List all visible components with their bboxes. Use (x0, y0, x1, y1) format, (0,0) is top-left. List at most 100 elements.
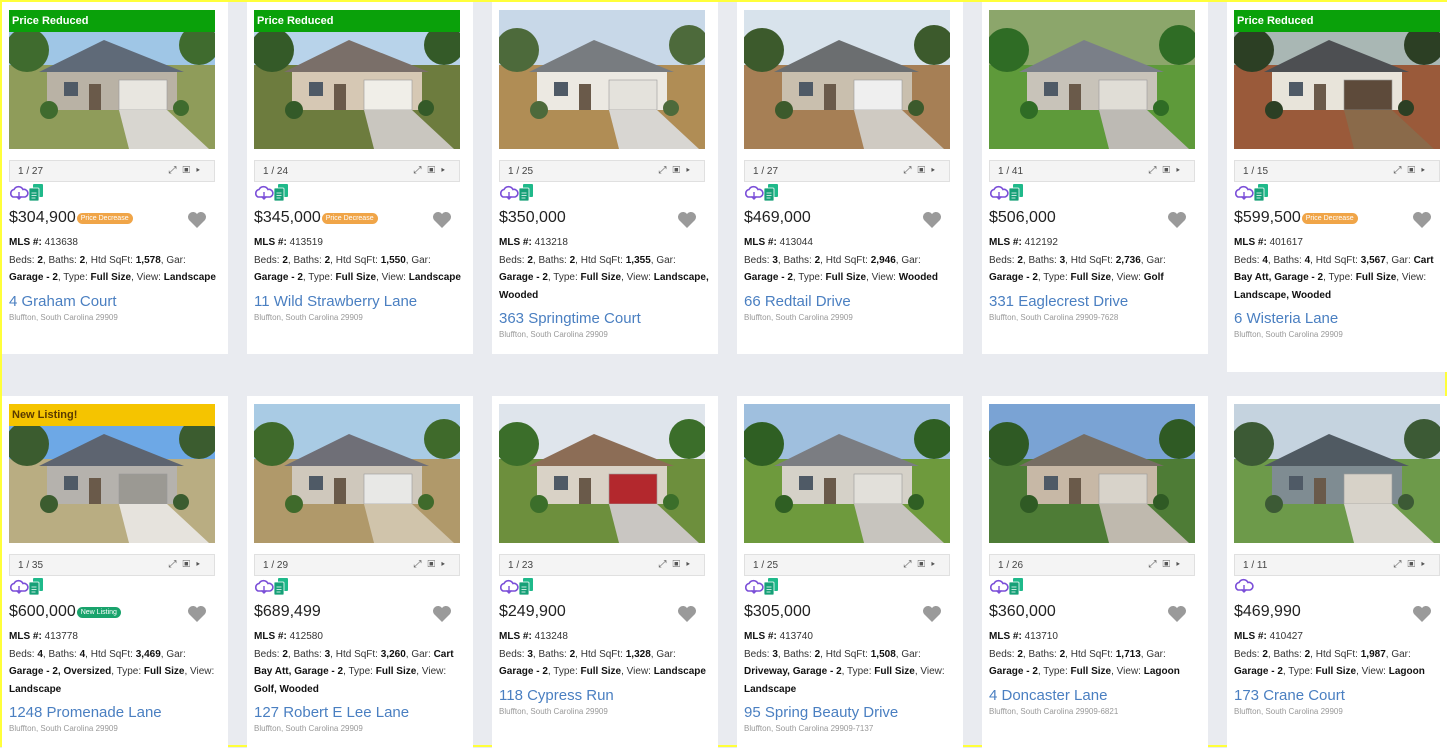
favorite-heart-icon[interactable] (677, 605, 697, 628)
gallery-icon[interactable]: ▣ (428, 559, 442, 570)
documents-icon[interactable] (1253, 184, 1268, 205)
cloud-tour-icon[interactable] (9, 579, 29, 599)
gallery-icon[interactable]: ▣ (1408, 165, 1422, 176)
listing-photo[interactable] (499, 404, 705, 543)
street-address-link[interactable]: 4 Doncaster Lane (989, 687, 1203, 705)
listing-photo[interactable]: New Listing! (9, 404, 215, 543)
listing-card[interactable]: Price Reduced 1 / 15 ⤢▣▸ $599,500 Price Decr… (1227, 2, 1447, 372)
fullscreen-icon[interactable]: ⤢ (659, 559, 673, 570)
documents-icon[interactable] (1008, 184, 1023, 205)
documents-icon[interactable] (28, 184, 43, 205)
play-icon[interactable]: ▸ (686, 559, 696, 570)
play-icon[interactable]: ▸ (931, 559, 941, 570)
cloud-tour-icon[interactable] (499, 579, 519, 599)
fullscreen-icon[interactable]: ⤢ (414, 165, 428, 176)
favorite-heart-icon[interactable] (1412, 211, 1432, 234)
cloud-tour-icon[interactable] (254, 579, 274, 599)
street-address-link[interactable]: 66 Redtail Drive (744, 293, 958, 311)
fullscreen-icon[interactable]: ⤢ (169, 165, 183, 176)
listing-card[interactable]: Price Reduced 1 / 24 ⤢▣▸ $345,000 Price Decr… (247, 2, 473, 354)
documents-icon[interactable] (273, 578, 288, 599)
cloud-tour-icon[interactable] (989, 579, 1009, 599)
listing-card[interactable]: 1 / 29 ⤢▣▸ $689,499 MLS #: 412580 Beds: 2, B… (247, 396, 473, 748)
listing-photo[interactable] (744, 10, 950, 149)
listing-photo[interactable]: Price Reduced (1234, 10, 1440, 149)
gallery-icon[interactable]: ▣ (183, 165, 197, 176)
listing-photo[interactable]: Price Reduced (254, 10, 460, 149)
street-address-link[interactable]: 95 Spring Beauty Drive (744, 704, 958, 722)
favorite-heart-icon[interactable] (432, 605, 452, 628)
fullscreen-icon[interactable]: ⤢ (904, 165, 918, 176)
gallery-icon[interactable]: ▣ (428, 165, 442, 176)
favorite-heart-icon[interactable] (1167, 211, 1187, 234)
cloud-tour-icon[interactable] (744, 185, 764, 205)
favorite-heart-icon[interactable] (922, 211, 942, 234)
listing-card[interactable]: 1 / 26 ⤢▣▸ $360,000 MLS #: 413710 Beds: 2, B… (982, 396, 1208, 748)
street-address-link[interactable]: 127 Robert E Lee Lane (254, 704, 468, 722)
fullscreen-icon[interactable]: ⤢ (659, 165, 673, 176)
play-icon[interactable]: ▸ (1421, 165, 1431, 176)
listing-photo[interactable] (989, 404, 1195, 543)
listing-card[interactable]: New Listing! 1 / 35 ⤢▣▸ $600,000 New Listing… (2, 396, 228, 748)
gallery-icon[interactable]: ▣ (1163, 165, 1177, 176)
cloud-tour-icon[interactable] (744, 579, 764, 599)
street-address-link[interactable]: 1248 Promenade Lane (9, 704, 223, 722)
listing-photo[interactable] (254, 404, 460, 543)
street-address-link[interactable]: 118 Cypress Run (499, 687, 713, 705)
play-icon[interactable]: ▸ (1421, 559, 1431, 570)
gallery-icon[interactable]: ▣ (918, 559, 932, 570)
documents-icon[interactable] (273, 184, 288, 205)
listing-photo[interactable]: Price Reduced (9, 10, 215, 149)
favorite-heart-icon[interactable] (432, 211, 452, 234)
gallery-icon[interactable]: ▣ (673, 559, 687, 570)
listing-photo[interactable] (499, 10, 705, 149)
documents-icon[interactable] (1008, 578, 1023, 599)
fullscreen-icon[interactable]: ⤢ (1149, 165, 1163, 176)
gallery-icon[interactable]: ▣ (673, 165, 687, 176)
favorite-heart-icon[interactable] (677, 211, 697, 234)
fullscreen-icon[interactable]: ⤢ (1394, 559, 1408, 570)
documents-icon[interactable] (518, 184, 533, 205)
play-icon[interactable]: ▸ (1176, 559, 1186, 570)
gallery-icon[interactable]: ▣ (1163, 559, 1177, 570)
listing-card[interactable]: 1 / 23 ⤢▣▸ $249,900 MLS #: 413248 Beds: 3, B… (492, 396, 718, 748)
listing-photo[interactable] (1234, 404, 1440, 543)
cloud-tour-icon[interactable] (1234, 578, 1254, 598)
favorite-heart-icon[interactable] (187, 211, 207, 234)
listing-card[interactable]: Price Reduced 1 / 27 ⤢▣▸ $304,900 Price Decr… (2, 2, 228, 354)
listing-photo[interactable] (989, 10, 1195, 149)
street-address-link[interactable]: 6 Wisteria Lane (1234, 310, 1447, 328)
play-icon[interactable]: ▸ (686, 165, 696, 176)
cloud-tour-icon[interactable] (499, 185, 519, 205)
play-icon[interactable]: ▸ (1176, 165, 1186, 176)
fullscreen-icon[interactable]: ⤢ (1149, 559, 1163, 570)
favorite-heart-icon[interactable] (1167, 605, 1187, 628)
cloud-tour-icon[interactable] (1234, 185, 1254, 205)
gallery-icon[interactable]: ▣ (183, 559, 197, 570)
favorite-heart-icon[interactable] (187, 605, 207, 628)
listing-photo[interactable] (744, 404, 950, 543)
street-address-link[interactable]: 11 Wild Strawberry Lane (254, 293, 468, 311)
listing-card[interactable]: 1 / 11 ⤢▣▸ $469,990 MLS #: 410427 Beds: 2, B… (1227, 396, 1447, 748)
cloud-tour-icon[interactable] (9, 185, 29, 205)
favorite-heart-icon[interactable] (1412, 605, 1432, 628)
fullscreen-icon[interactable]: ⤢ (1394, 165, 1408, 176)
documents-icon[interactable] (763, 184, 778, 205)
fullscreen-icon[interactable]: ⤢ (904, 559, 918, 570)
street-address-link[interactable]: 331 Eaglecrest Drive (989, 293, 1203, 311)
documents-icon[interactable] (763, 578, 778, 599)
listing-card[interactable]: 1 / 27 ⤢▣▸ $469,000 MLS #: 413044 Beds: 3, B… (737, 2, 963, 354)
gallery-icon[interactable]: ▣ (1408, 559, 1422, 570)
listing-card[interactable]: 1 / 25 ⤢▣▸ $305,000 MLS #: 413740 Beds: 3, B… (737, 396, 963, 748)
favorite-heart-icon[interactable] (922, 605, 942, 628)
cloud-tour-icon[interactable] (254, 185, 274, 205)
play-icon[interactable]: ▸ (441, 165, 451, 176)
play-icon[interactable]: ▸ (196, 559, 206, 570)
fullscreen-icon[interactable]: ⤢ (414, 559, 428, 570)
documents-icon[interactable] (28, 578, 43, 599)
street-address-link[interactable]: 363 Springtime Court (499, 310, 713, 328)
listing-card[interactable]: 1 / 25 ⤢▣▸ $350,000 MLS #: 413218 Beds: 2, B… (492, 2, 718, 354)
listing-card[interactable]: 1 / 41 ⤢▣▸ $506,000 MLS #: 412192 Beds: 2, B… (982, 2, 1208, 354)
gallery-icon[interactable]: ▣ (918, 165, 932, 176)
play-icon[interactable]: ▸ (441, 559, 451, 570)
